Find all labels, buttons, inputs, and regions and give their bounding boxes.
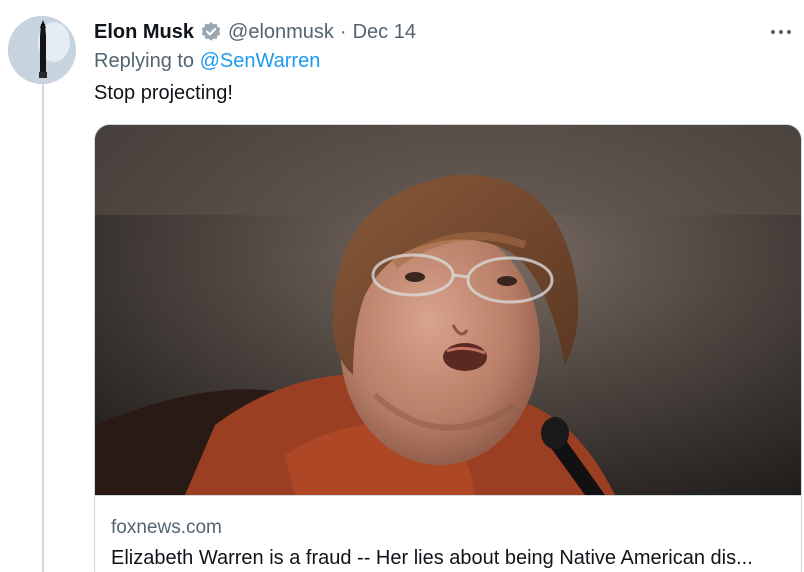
card-domain: foxnews.com	[111, 517, 222, 538]
tweet[interactable]: Elon Musk @elonmusk · Dec 14 Replying to…	[0, 0, 804, 572]
article-photo	[95, 125, 801, 495]
author-handle[interactable]: @elonmusk	[228, 21, 334, 44]
author-name[interactable]: Elon Musk	[94, 21, 194, 44]
tweet-text: Stop projecting!	[94, 82, 233, 104]
avatar[interactable]	[8, 16, 76, 84]
more-options-icon[interactable]	[766, 20, 796, 44]
card-divider	[95, 495, 801, 496]
avatar-rocket-icon	[8, 16, 76, 84]
card-title[interactable]: Elizabeth Warren is a fraud -- Her lies …	[111, 547, 783, 570]
tweet-date[interactable]: Dec 14	[353, 21, 416, 44]
replying-to: Replying to @SenWarren	[94, 50, 320, 73]
thread-line	[42, 84, 44, 572]
replying-to-mention[interactable]: @SenWarren	[200, 50, 321, 72]
card-image[interactable]	[95, 125, 801, 495]
replying-to-label: Replying to	[94, 50, 195, 72]
separator-dot: ·	[339, 20, 347, 43]
tweet-header: Elon Musk @elonmusk · Dec 14	[94, 18, 416, 46]
verified-badge-icon	[200, 21, 222, 43]
link-card[interactable]: foxnews.com Elizabeth Warren is a fraud …	[94, 124, 802, 572]
